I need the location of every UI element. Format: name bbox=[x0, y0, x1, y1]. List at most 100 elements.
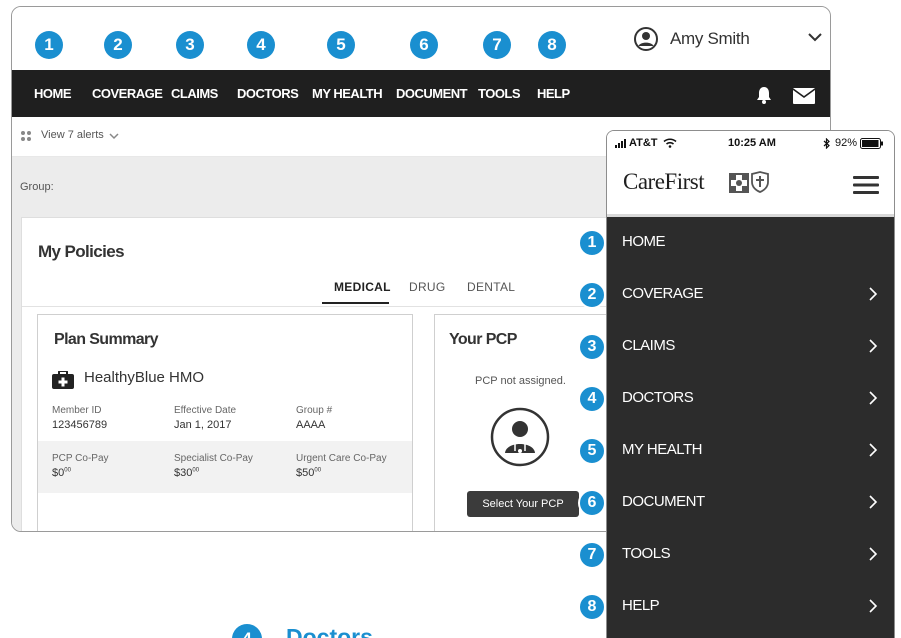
callout-badge-6: 6 bbox=[578, 489, 606, 517]
bluetooth-icon bbox=[823, 137, 830, 149]
caption-badge: 4 bbox=[232, 624, 262, 638]
grid-icon bbox=[21, 131, 31, 141]
plan-summary-card: Plan Summary HealthyBlue HMO Member ID 1… bbox=[37, 314, 413, 531]
nav-help[interactable]: HELP bbox=[537, 70, 570, 117]
plan-summary-title: Plan Summary bbox=[54, 331, 159, 348]
effective-date-value: Jan 1, 2017 bbox=[174, 419, 232, 431]
callout-badge-1: 1 bbox=[35, 31, 63, 59]
mobile-nav-help[interactable]: HELP bbox=[607, 581, 894, 633]
carefirst-logo[interactable]: CareFirst bbox=[623, 169, 705, 195]
nav-my-health[interactable]: MY HEALTH bbox=[312, 70, 383, 117]
top-bar: 1 2 3 4 5 6 7 8 Amy Smith bbox=[12, 7, 830, 70]
callout-badge-1: 1 bbox=[578, 229, 606, 257]
user-menu[interactable]: Amy Smith bbox=[634, 27, 750, 51]
nav-document[interactable]: DOCUMENT bbox=[396, 70, 468, 117]
callout-badge-5: 5 bbox=[578, 437, 606, 465]
menu-label: DOCUMENT bbox=[622, 493, 705, 510]
tab-drug[interactable]: DRUG bbox=[409, 280, 446, 294]
copay-band: PCP Co-Pay $000 Specialist Co-Pay $3000 … bbox=[38, 441, 412, 493]
chevron-right-icon bbox=[869, 443, 878, 457]
menu-label: CLAIMS bbox=[622, 337, 675, 354]
group-label: Group: bbox=[20, 181, 54, 193]
callout-badge-7: 7 bbox=[578, 541, 606, 569]
tab-dental[interactable]: DENTAL bbox=[467, 280, 515, 294]
callout-badge-5: 5 bbox=[327, 31, 355, 59]
chevron-right-icon bbox=[869, 287, 878, 301]
callout-badge-3: 3 bbox=[176, 31, 204, 59]
chevron-right-icon bbox=[869, 547, 878, 561]
mobile-nav-menu: HOME COVERAGE CLAIMS DOCTORS MY HEALTH D… bbox=[607, 217, 894, 638]
chevron-down-icon[interactable] bbox=[109, 132, 119, 140]
callout-badge-8: 8 bbox=[578, 593, 606, 621]
mobile-nav-tools[interactable]: TOOLS bbox=[607, 529, 894, 581]
blue-shield-icon bbox=[751, 171, 769, 193]
mobile-header: CareFirst bbox=[607, 155, 894, 217]
group-number-value: AAAA bbox=[296, 419, 326, 431]
user-avatar-icon bbox=[634, 27, 658, 51]
callout-badge-7: 7 bbox=[483, 31, 511, 59]
chevron-down-icon[interactable] bbox=[807, 31, 823, 43]
callout-badge-6: 6 bbox=[410, 31, 438, 59]
group-number-label: Group # bbox=[296, 405, 333, 416]
battery-icon bbox=[860, 137, 884, 149]
blue-cross-icon bbox=[729, 173, 749, 193]
battery: 92% bbox=[823, 137, 884, 149]
callout-badge-3: 3 bbox=[578, 333, 606, 361]
effective-date-label: Effective Date bbox=[174, 405, 237, 416]
nav-home[interactable]: HOME bbox=[34, 70, 72, 117]
member-id-value: 123456789 bbox=[52, 419, 108, 431]
doctor-avatar-icon bbox=[490, 407, 550, 467]
nav-tools[interactable]: TOOLS bbox=[478, 70, 521, 117]
menu-label: TOOLS bbox=[622, 545, 671, 562]
mobile-nav-home[interactable]: HOME bbox=[607, 217, 894, 269]
chevron-right-icon bbox=[869, 599, 878, 613]
mail-icon[interactable] bbox=[793, 88, 815, 104]
status-bar: AT&T 10:25 AM 92% bbox=[607, 131, 894, 155]
mobile-nav-coverage[interactable]: COVERAGE bbox=[607, 269, 894, 321]
nav-coverage[interactable]: COVERAGE bbox=[92, 70, 163, 117]
menu-label: HOME bbox=[622, 233, 666, 250]
menu-label: MY HEALTH bbox=[622, 441, 702, 458]
tab-medical[interactable]: MEDICAL bbox=[334, 280, 391, 294]
mobile-nav-my-health[interactable]: MY HEALTH bbox=[607, 425, 894, 477]
callout-badge-4: 4 bbox=[247, 31, 275, 59]
menu-label: HELP bbox=[622, 597, 660, 614]
bell-icon[interactable] bbox=[754, 85, 774, 105]
callout-badge-4: 4 bbox=[578, 385, 606, 413]
wifi-icon bbox=[662, 138, 677, 148]
chevron-right-icon bbox=[869, 391, 878, 405]
carrier: AT&T bbox=[615, 137, 677, 149]
select-pcp-button[interactable]: Select Your PCP bbox=[467, 491, 579, 517]
clock: 10:25 AM bbox=[728, 137, 776, 149]
menu-label: DOCTORS bbox=[622, 389, 694, 406]
pcp-title: Your PCP bbox=[449, 331, 517, 348]
mobile-nav-document[interactable]: DOCUMENT bbox=[607, 477, 894, 529]
carrier-name: AT&T bbox=[629, 137, 658, 149]
mobile-phone: AT&T 10:25 AM 92% CareFirst HOME COVERAG… bbox=[606, 130, 895, 638]
user-name: Amy Smith bbox=[670, 29, 750, 48]
mobile-nav-claims[interactable]: CLAIMS bbox=[607, 321, 894, 373]
chevron-right-icon bbox=[869, 339, 878, 353]
mobile-nav-doctors[interactable]: DOCTORS bbox=[607, 373, 894, 425]
pcp-copay-value: $000 bbox=[52, 467, 71, 479]
callout-badge-8: 8 bbox=[538, 31, 566, 59]
active-tab-indicator bbox=[322, 302, 389, 304]
signal-icon bbox=[615, 138, 626, 148]
main-nav: HOME COVERAGE CLAIMS DOCTORS MY HEALTH D… bbox=[12, 70, 830, 117]
nav-claims[interactable]: CLAIMS bbox=[171, 70, 218, 117]
menu-label: COVERAGE bbox=[622, 285, 704, 302]
plan-name: HealthyBlue HMO bbox=[84, 369, 205, 386]
nav-doctors[interactable]: DOCTORS bbox=[237, 70, 299, 117]
chevron-right-icon bbox=[869, 495, 878, 509]
hamburger-menu-icon[interactable] bbox=[853, 175, 879, 195]
callout-badge-2: 2 bbox=[104, 31, 132, 59]
view-alerts-link[interactable]: View 7 alerts bbox=[41, 129, 104, 141]
pcp-copay-label: PCP Co-Pay bbox=[52, 453, 109, 464]
specialist-copay-label: Specialist Co-Pay bbox=[174, 453, 253, 464]
specialist-copay-value: $3000 bbox=[174, 467, 200, 479]
medical-kit-icon bbox=[52, 371, 74, 389]
pcp-status: PCP not assigned. bbox=[475, 375, 566, 387]
caption-title: Doctors bbox=[286, 624, 373, 638]
urgent-care-copay-label: Urgent Care Co-Pay bbox=[296, 453, 387, 464]
callout-badge-2: 2 bbox=[578, 281, 606, 309]
